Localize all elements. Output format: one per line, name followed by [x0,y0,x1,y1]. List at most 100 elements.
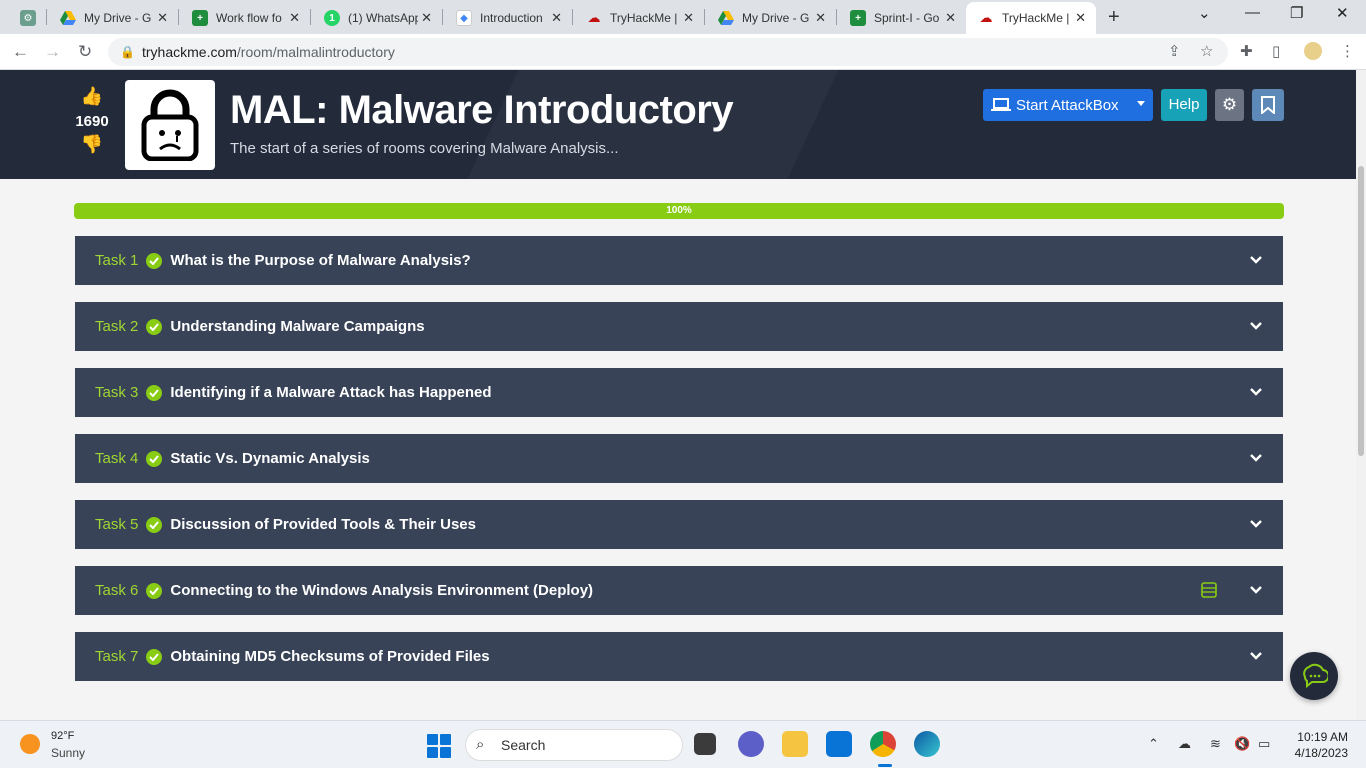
tab-my-drive-1[interactable]: My Drive - G ✕ [48,2,178,34]
check-circle-icon [146,648,163,665]
onedrive-icon[interactable]: ☁ [1178,736,1191,752]
chevron-down-icon[interactable] [1249,384,1263,401]
tab-tryhackme-1[interactable]: ☁ TryHackMe | ✕ [574,2,704,34]
weather-temperature[interactable]: 92°F [51,730,74,742]
chevron-down-icon[interactable] [1249,582,1263,599]
vscode-icon[interactable] [826,731,852,757]
minimize-button[interactable]: — [1245,4,1260,21]
thumbs-down-icon[interactable]: 👎 [72,134,112,155]
bookmark-icon [1261,96,1275,114]
google-slides-icon: ◆ [456,10,472,26]
chrome-icon[interactable] [870,731,896,757]
help-button[interactable]: Help [1161,89,1207,121]
close-window-button[interactable]: ✕ [1336,4,1349,22]
forward-icon[interactable]: → [44,42,61,62]
extensions-icon[interactable]: ✚ [1240,42,1253,60]
settings-gear-button[interactable]: ⚙ [1215,89,1244,121]
menu-icon[interactable]: ⋮ [1340,42,1355,60]
task-row[interactable]: Task 7 Obtaining MD5 Checksums of Provide… [75,632,1283,681]
task-title: Static Vs. Dynamic Analysis [170,450,370,467]
padlock-icon [141,89,199,161]
task-row[interactable]: Task 1 What is the Purpose of Malware Ana… [75,236,1283,285]
close-tab-icon[interactable]: ✕ [683,10,694,26]
google-sheets-icon: + [850,10,866,26]
teams-chat-icon[interactable] [738,731,764,757]
task-title: Connecting to the Windows Analysis Envir… [170,582,594,599]
tab-my-drive-2[interactable]: My Drive - G ✕ [706,2,836,34]
close-tab-icon[interactable]: ✕ [815,10,826,26]
chevron-down-icon[interactable] [1249,252,1263,269]
tab-whatsapp[interactable]: 1 (1) WhatsApp ✕ [312,2,442,34]
restore-button[interactable]: ❐ [1290,4,1303,22]
tab-sprint-1[interactable]: + Sprint-I - Go ✕ [838,2,966,34]
taskbar-search[interactable]: ⌕ Search [465,729,683,761]
chat-icon [1303,663,1328,689]
reload-icon[interactable]: ↻ [78,42,92,62]
check-circle-icon [146,582,163,599]
close-tab-icon[interactable]: ✕ [945,10,956,26]
tab-chatgpt[interactable]: ⚙ [8,2,48,34]
thumbs-up-icon[interactable]: 👍 [72,86,112,107]
task-row[interactable]: Task 5 Discussion of Provided Tools & The… [75,500,1283,549]
task-row[interactable]: Task 2 Understanding Malware Campaigns [75,302,1283,351]
laptop-icon [991,98,1011,111]
gear-icon: ⚙ [1221,95,1238,114]
task-row[interactable]: Task 3 Identifying if a Malware Attack ha… [75,368,1283,417]
volume-muted-icon[interactable]: 🔇 [1234,736,1250,752]
tab-search-icon[interactable]: ⌄ [1198,4,1211,22]
start-button[interactable] [427,734,451,758]
google-drive-icon [60,10,76,26]
show-hidden-icons[interactable]: ⌃ [1148,736,1159,752]
system-clock[interactable]: 10:19 AM 4/18/2023 [1290,729,1348,761]
tab-tryhackme-active[interactable]: ☁ TryHackMe | ✕ [966,2,1096,34]
chevron-down-icon[interactable] [1249,648,1263,665]
bookmark-button[interactable] [1252,89,1284,121]
chat-support-button[interactable] [1290,652,1338,700]
tab-work-flow[interactable]: + Work flow fo ✕ [180,2,310,34]
task-row[interactable]: Task 4 Static Vs. Dynamic Analysis [75,434,1283,483]
task-number: Task 1 [95,252,139,269]
task-number: Task 2 [95,318,139,335]
profile-avatar[interactable] [1304,42,1322,60]
side-panel-icon[interactable]: ▯ [1272,42,1280,60]
chevron-down-icon[interactable] [1249,450,1263,467]
close-tab-icon[interactable]: ✕ [157,10,168,26]
task-title: Understanding Malware Campaigns [170,318,425,335]
new-tab-button[interactable]: + [1108,6,1120,29]
room-progress-bar: 100% [74,203,1284,219]
back-icon[interactable]: ← [12,42,29,62]
start-attackbox-button[interactable]: Start AttackBox [983,89,1153,121]
server-icon [1201,582,1217,602]
lock-icon: 🔒 [120,45,135,59]
room-title: MAL: Malware Introductory [230,88,734,132]
address-bar-row: ← → ↻ 🔒 tryhackme.com/room/malmalintrodu… [0,34,1366,70]
url-field[interactable]: 🔒 tryhackme.com/room/malmalintroductory [108,38,1228,66]
chevron-down-icon[interactable] [1249,516,1263,533]
task-title: What is the Purpose of Malware Analysis? [170,252,471,269]
close-tab-icon[interactable]: ✕ [551,10,562,26]
tab-introduction[interactable]: ◆ Introduction ✕ [444,2,572,34]
task-number: Task 7 [95,648,139,665]
task-number: Task 6 [95,582,139,599]
task-row[interactable]: Task 6 Connecting to the Windows Analysis… [75,566,1283,615]
google-sheets-icon: + [192,10,208,26]
share-icon[interactable]: ⇪ [1168,42,1181,60]
progress-fill: 100% [74,203,1284,219]
windows-taskbar: 92°F Sunny ⌕ Search ⌃ ☁ ≋ 🔇 ▭ 10:19 AM 4… [0,720,1366,768]
close-tab-icon[interactable]: ✕ [289,10,300,26]
weather-description[interactable]: Sunny [51,746,85,760]
task-view-icon[interactable] [694,733,716,755]
edge-icon[interactable] [914,731,940,757]
chevron-down-icon[interactable] [1249,318,1263,335]
close-tab-icon[interactable]: ✕ [421,10,432,26]
page-scrollbar[interactable] [1356,70,1366,720]
file-explorer-icon[interactable] [782,731,808,757]
task-title: Identifying if a Malware Attack has Happ… [170,384,492,401]
wifi-icon[interactable]: ≋ [1210,736,1221,752]
caret-down-icon[interactable] [1137,101,1145,106]
battery-icon[interactable]: ▭ [1258,736,1270,752]
chatgpt-icon: ⚙ [20,10,36,26]
close-tab-icon[interactable]: ✕ [1075,10,1086,26]
sun-icon[interactable] [20,734,40,754]
star-icon[interactable]: ☆ [1200,42,1213,60]
